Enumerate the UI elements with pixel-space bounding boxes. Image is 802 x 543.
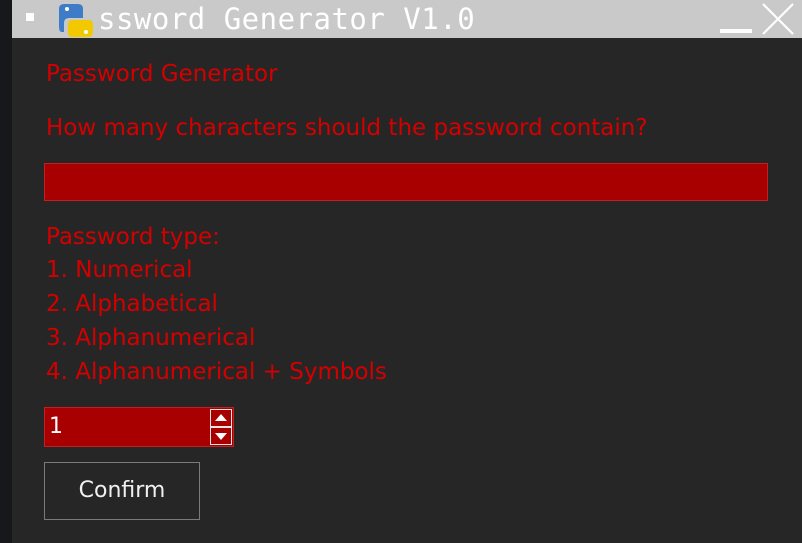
type-option-numerical: 1. Numerical [46, 257, 193, 283]
length-prompt: How many characters should the password … [46, 115, 648, 141]
type-spinbox-value[interactable] [49, 408, 199, 446]
spin-up-button[interactable] [210, 409, 232, 427]
python-logo-icon [59, 4, 93, 37]
length-input[interactable] [44, 163, 768, 201]
type-spinbox[interactable] [44, 407, 234, 447]
screen: ssword Generator V1.0 Password Generator… [0, 0, 802, 543]
spin-down-button[interactable] [210, 427, 232, 445]
close-icon[interactable] [760, 2, 796, 36]
type-option-alphanumerical: 3. Alphanumerical [46, 325, 256, 351]
window-menu-icon[interactable] [26, 13, 34, 21]
window-title: ssword Generator V1.0 [98, 2, 476, 36]
desktop-background [0, 0, 12, 543]
window-titlebar[interactable]: ssword Generator V1.0 [12, 0, 802, 38]
minimize-button[interactable] [718, 2, 754, 36]
chevron-down-icon [215, 433, 227, 440]
form-heading: Password Generator [46, 61, 278, 87]
minimize-icon [720, 29, 752, 33]
confirm-button[interactable]: Confirm [44, 462, 200, 520]
type-label: Password type: [46, 224, 220, 250]
chevron-up-icon [215, 414, 227, 421]
type-option-alphabetical: 2. Alphabetical [46, 291, 218, 317]
type-option-alphanumerical-symbols: 4. Alphanumerical + Symbols [46, 359, 387, 385]
form-content: Password Generator How many characters s… [12, 38, 802, 543]
app-window: ssword Generator V1.0 Password Generator… [12, 0, 802, 543]
